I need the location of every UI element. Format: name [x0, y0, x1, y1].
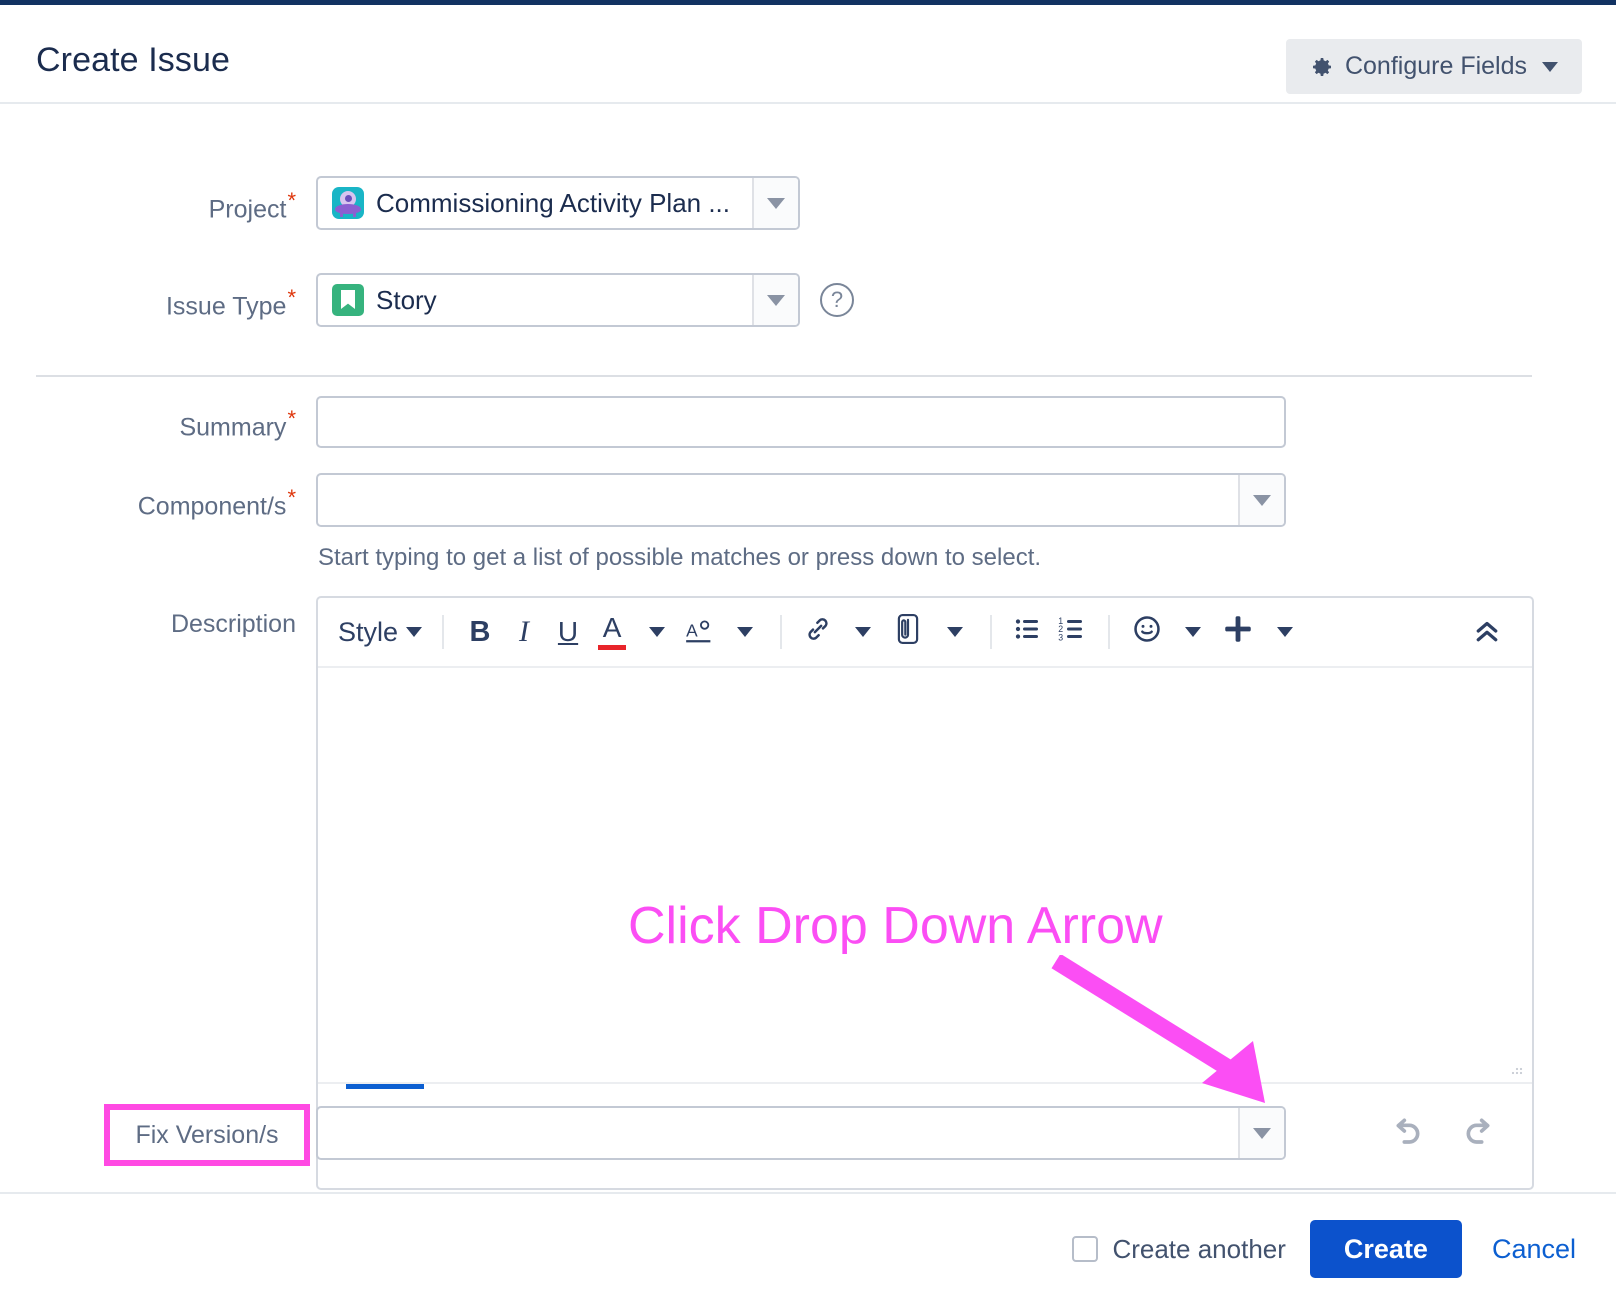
insert-dropdown-button[interactable]: [1264, 610, 1304, 654]
issue-type-select-value[interactable]: Story: [318, 275, 752, 325]
toolbar-divider: [780, 615, 783, 649]
attachment-button[interactable]: [886, 610, 930, 654]
create-another-checkbox-wrapper[interactable]: Create another: [1072, 1233, 1286, 1265]
chevron-down-icon: [406, 627, 423, 637]
paperclip-icon: [891, 612, 925, 653]
link-icon: [803, 614, 833, 651]
toolbar-divider: [442, 615, 445, 649]
chevron-down-icon: [1542, 61, 1558, 72]
chevron-down-icon: [1277, 627, 1294, 637]
text-color-dropdown-button[interactable]: [636, 610, 676, 654]
numbered-list-icon: 1 2 3: [1057, 614, 1087, 651]
chevron-down-icon: [1185, 627, 1202, 637]
project-select-value[interactable]: Commissioning Activity Plan ...: [318, 178, 752, 228]
create-button[interactable]: Create: [1309, 1220, 1462, 1278]
issue-type-dropdown-arrow[interactable]: [752, 275, 798, 325]
text-effects-dropdown-button[interactable]: [724, 610, 764, 654]
text-color-button[interactable]: A: [592, 610, 632, 654]
collapse-toolbar-button[interactable]: [1466, 612, 1508, 654]
link-dropdown-button[interactable]: [842, 610, 882, 654]
story-bookmark-icon: [332, 284, 364, 316]
dialog-footer: Create another Create Cancel: [0, 1192, 1616, 1314]
create-issue-dialog: Create Issue Configure Fields Project* C…: [0, 0, 1616, 1314]
cancel-button[interactable]: Cancel: [1486, 1234, 1582, 1265]
project-field-row: Project* Commissioning Activity Plan ...: [0, 176, 900, 230]
description-editor: Style B I U A A 1 2 3: [316, 596, 1534, 1190]
components-select-value[interactable]: [318, 475, 1238, 525]
toolbar-divider: [990, 615, 993, 649]
summary-label: Summary*: [179, 406, 296, 442]
create-another-checkbox[interactable]: [1072, 1236, 1099, 1262]
numbered-list-button[interactable]: 1 2 3: [1052, 610, 1092, 654]
issue-type-field-row: Issue Type* Story ?: [0, 273, 900, 327]
fix-versions-select-value[interactable]: [318, 1108, 1238, 1158]
link-button[interactable]: [798, 610, 838, 654]
plus-icon: [1221, 612, 1255, 653]
chevron-down-icon: [855, 627, 872, 637]
fix-versions-label: Fix Version/s: [135, 1120, 279, 1149]
toolbar-divider: [1108, 615, 1111, 649]
underline-button[interactable]: U: [548, 610, 588, 654]
components-field-row: Component/s*: [0, 473, 1540, 527]
emoji-button[interactable]: [1126, 610, 1168, 654]
bullet-list-button[interactable]: [1008, 610, 1048, 654]
configure-fields-button[interactable]: Configure Fields: [1285, 39, 1582, 94]
editor-toolbar: Style B I U A A 1 2 3: [318, 598, 1532, 668]
page-title: Create Issue: [36, 41, 230, 79]
question-mark-icon[interactable]: ?: [820, 283, 854, 317]
components-select[interactable]: [316, 473, 1286, 527]
svg-text:3: 3: [1058, 632, 1063, 642]
required-asterisk: *: [287, 406, 296, 431]
description-label: Description: [170, 610, 296, 638]
bullet-list-icon: [1013, 614, 1043, 651]
attachment-dropdown-button[interactable]: [934, 610, 974, 654]
fix-versions-select[interactable]: [316, 1106, 1286, 1160]
project-value-text: Commissioning Activity Plan ...: [376, 187, 731, 218]
required-asterisk: *: [287, 285, 296, 310]
fix-versions-label-highlight: Fix Version/s: [104, 1104, 310, 1166]
chevron-down-icon: [649, 627, 666, 637]
svg-text:A: A: [686, 621, 698, 641]
text-effects-button[interactable]: A: [680, 610, 720, 654]
project-avatar-icon: [332, 187, 364, 219]
required-asterisk: *: [287, 485, 296, 510]
form-body: Project* Commissioning Activity Plan ...…: [0, 106, 1616, 1204]
double-chevron-up-icon: [1472, 616, 1502, 651]
italic-button[interactable]: I: [504, 610, 544, 654]
chevron-down-icon: [947, 627, 964, 637]
components-dropdown-arrow[interactable]: [1238, 475, 1284, 525]
style-dropdown-button[interactable]: Style: [334, 610, 426, 654]
create-another-label: Create another: [1112, 1233, 1286, 1264]
emoji-icon: [1131, 613, 1163, 652]
fix-versions-dropdown-arrow[interactable]: [1238, 1108, 1284, 1158]
chevron-down-icon: [737, 627, 754, 637]
insert-button[interactable]: [1216, 610, 1260, 654]
summary-input[interactable]: [316, 396, 1286, 448]
dialog-header: Create Issue Configure Fields: [0, 5, 1616, 104]
resize-grip-icon[interactable]: [1508, 1060, 1524, 1076]
section-divider: [36, 375, 1532, 377]
bold-button[interactable]: B: [460, 610, 500, 654]
project-select[interactable]: Commissioning Activity Plan ...: [316, 176, 800, 230]
issue-type-value-text: Story: [376, 284, 437, 315]
project-label: Project*: [208, 188, 296, 224]
description-text-area[interactable]: [318, 668, 1532, 1082]
issue-type-label: Issue Type*: [165, 285, 296, 321]
project-dropdown-arrow[interactable]: [752, 178, 798, 228]
required-asterisk: *: [287, 188, 296, 213]
summary-field-row: Summary*: [0, 396, 1540, 448]
components-label: Component/s*: [137, 485, 296, 521]
configure-fields-label: Configure Fields: [1344, 52, 1527, 80]
emoji-dropdown-button[interactable]: [1172, 610, 1212, 654]
components-help-text: Start typing to get a list of possible m…: [318, 544, 1042, 571]
issue-type-select[interactable]: Story: [316, 273, 800, 327]
gear-icon: [1310, 55, 1334, 79]
